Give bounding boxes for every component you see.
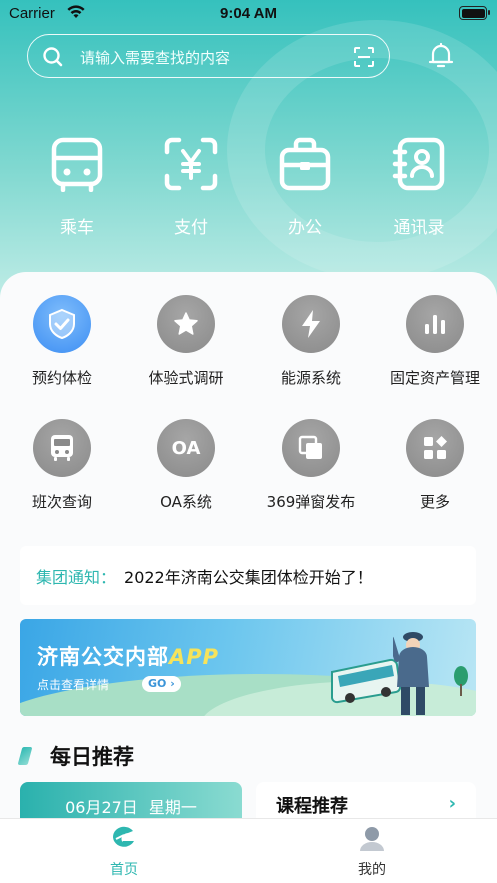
- service-label: 更多: [419, 493, 450, 511]
- service-oa[interactable]: OA OA系统: [124, 419, 248, 512]
- notice-text: 2022年济南公交集团体检开始了！: [124, 567, 373, 587]
- service-icon-bg: OA: [157, 419, 215, 477]
- quick-action-label: 办公: [288, 218, 322, 238]
- status-bar: Carrier 9:04 AM: [0, 0, 497, 30]
- service-fixed-assets[interactable]: 固定资产管理: [373, 295, 497, 388]
- quick-action-label: 支付: [174, 218, 208, 238]
- yuan-scan-icon: [164, 137, 218, 191]
- lightning-icon: [302, 310, 320, 338]
- bus-front-icon: [51, 137, 103, 193]
- service-icon-bg: [282, 419, 340, 477]
- banner-go-button[interactable]: GO ›: [142, 676, 181, 692]
- service-more[interactable]: 更多: [373, 419, 497, 512]
- banner-title-highlight: APP: [169, 645, 220, 669]
- bell-icon[interactable]: [428, 42, 454, 70]
- battery-icon: [459, 6, 490, 20]
- tab-bar: 首页 我的: [0, 818, 497, 883]
- service-label: 体验式调研: [148, 369, 224, 387]
- service-icon-bg: [282, 295, 340, 353]
- course-title: 课程推荐: [276, 796, 348, 817]
- quick-action-ride[interactable]: 乘车: [37, 136, 117, 238]
- bus-icon: [51, 435, 73, 461]
- service-physical-exam[interactable]: 预约体检: [0, 295, 124, 388]
- briefcase-icon: [279, 137, 331, 191]
- driver-illustration: [393, 632, 429, 715]
- service-icon-bg: [33, 419, 91, 477]
- service-popup-publish[interactable]: 369弹窗发布: [249, 419, 373, 512]
- quick-action-pay[interactable]: 支付: [151, 136, 231, 238]
- quick-action-label: 乘车: [60, 218, 94, 238]
- tree-illustration: [454, 666, 468, 696]
- tab-label: 首页: [110, 862, 138, 878]
- tab-label: 我的: [358, 862, 386, 878]
- star-icon: [174, 312, 198, 335]
- bar-chart-icon: [425, 315, 445, 334]
- user-icon: [360, 827, 384, 851]
- service-label: OA系统: [160, 493, 212, 511]
- daily-title-text: 每日推荐: [50, 745, 134, 769]
- search-placeholder: 请输入需要查找的内容: [80, 49, 231, 67]
- tab-mine[interactable]: 我的: [312, 825, 432, 879]
- scan-icon[interactable]: [353, 46, 375, 68]
- service-icon-bg: [406, 419, 464, 477]
- section-marker: [17, 747, 33, 765]
- notice-label: 集团通知：: [36, 567, 117, 587]
- service-label: 369弹窗发布: [266, 493, 356, 511]
- oa-text-icon: OA: [171, 437, 201, 459]
- daily-section-title: 每日推荐: [17, 741, 134, 771]
- date-text: 06月27日: [65, 798, 138, 817]
- home-logo-icon: [113, 826, 134, 847]
- banner-subtitle: 点击查看详情: [37, 678, 110, 692]
- status-time: 9:04 AM: [220, 5, 277, 22]
- shield-check-icon: [49, 308, 75, 340]
- service-energy[interactable]: 能源系统: [249, 295, 373, 388]
- contact-card-icon: [392, 137, 445, 191]
- service-schedule[interactable]: 班次查询: [0, 419, 124, 512]
- group-notice[interactable]: 集团通知： 2022年济南公交集团体检开始了！: [20, 546, 476, 605]
- banner-title: 济南公交内部APP: [37, 641, 219, 671]
- quick-action-office[interactable]: 办公: [265, 136, 345, 238]
- service-label: 预约体检: [31, 369, 92, 387]
- grid-more-icon: [424, 436, 447, 459]
- service-survey[interactable]: 体验式调研: [124, 295, 248, 388]
- banner-title-text: 济南公交内部: [37, 645, 169, 669]
- service-label: 班次查询: [31, 493, 92, 511]
- weekday-text: 星期一: [148, 798, 197, 817]
- search-icon: [43, 47, 63, 67]
- quick-action-label: 通讯录: [393, 218, 445, 238]
- go-label: GO: [148, 677, 167, 690]
- service-icon-bg: [406, 295, 464, 353]
- service-label: 固定资产管理: [389, 369, 480, 387]
- layers-icon: [298, 435, 322, 459]
- service-icon-bg: [157, 295, 215, 353]
- service-icon-bg: [33, 295, 91, 353]
- search-input[interactable]: 请输入需要查找的内容: [27, 34, 390, 78]
- service-label: 能源系统: [280, 369, 341, 387]
- app-banner[interactable]: 济南公交内部APP 点击查看详情 GO ›: [20, 619, 476, 716]
- hero-header: Carrier 9:04 AM 请输入需要查找的内容 乘车 支付 办公 通讯录: [0, 0, 497, 300]
- quick-action-contacts[interactable]: 通讯录: [379, 136, 459, 238]
- tab-home[interactable]: 首页: [64, 825, 184, 879]
- chevron-right-icon: ›: [448, 793, 456, 814]
